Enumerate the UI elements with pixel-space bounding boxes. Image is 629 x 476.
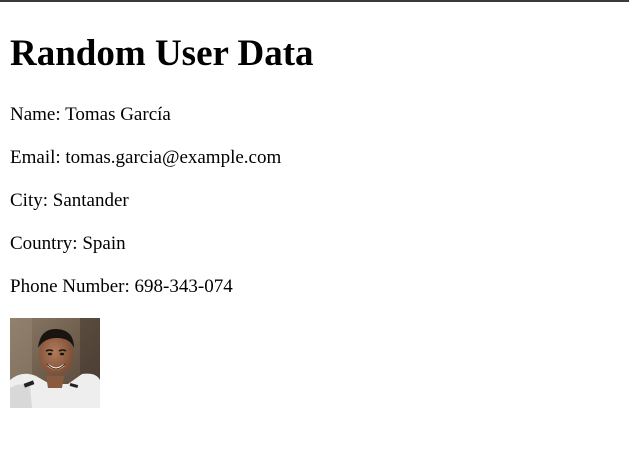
city-label: City: bbox=[10, 190, 49, 211]
phone-value: 698-343-074 bbox=[134, 276, 233, 297]
name-value: Tomas García bbox=[65, 104, 171, 125]
city-value: Santander bbox=[52, 190, 129, 211]
name-label: Name: bbox=[10, 104, 61, 125]
name-line: Name: Tomas García bbox=[10, 104, 171, 126]
phone-label: Phone Number: bbox=[10, 276, 130, 297]
page-title: Random User Data bbox=[10, 33, 314, 74]
country-value: Spain bbox=[82, 233, 126, 254]
email-label: Email: bbox=[10, 147, 61, 168]
top-border bbox=[0, 0, 629, 2]
country-label: Country: bbox=[10, 233, 78, 254]
user-photo bbox=[10, 318, 100, 408]
country-line: Country: Spain bbox=[10, 233, 126, 255]
email-line: Email: tomas.garcia@example.com bbox=[10, 147, 281, 169]
email-value: tomas.garcia@example.com bbox=[65, 147, 282, 168]
phone-line: Phone Number: 698-343-074 bbox=[10, 276, 233, 298]
city-line: City: Santander bbox=[10, 190, 129, 212]
